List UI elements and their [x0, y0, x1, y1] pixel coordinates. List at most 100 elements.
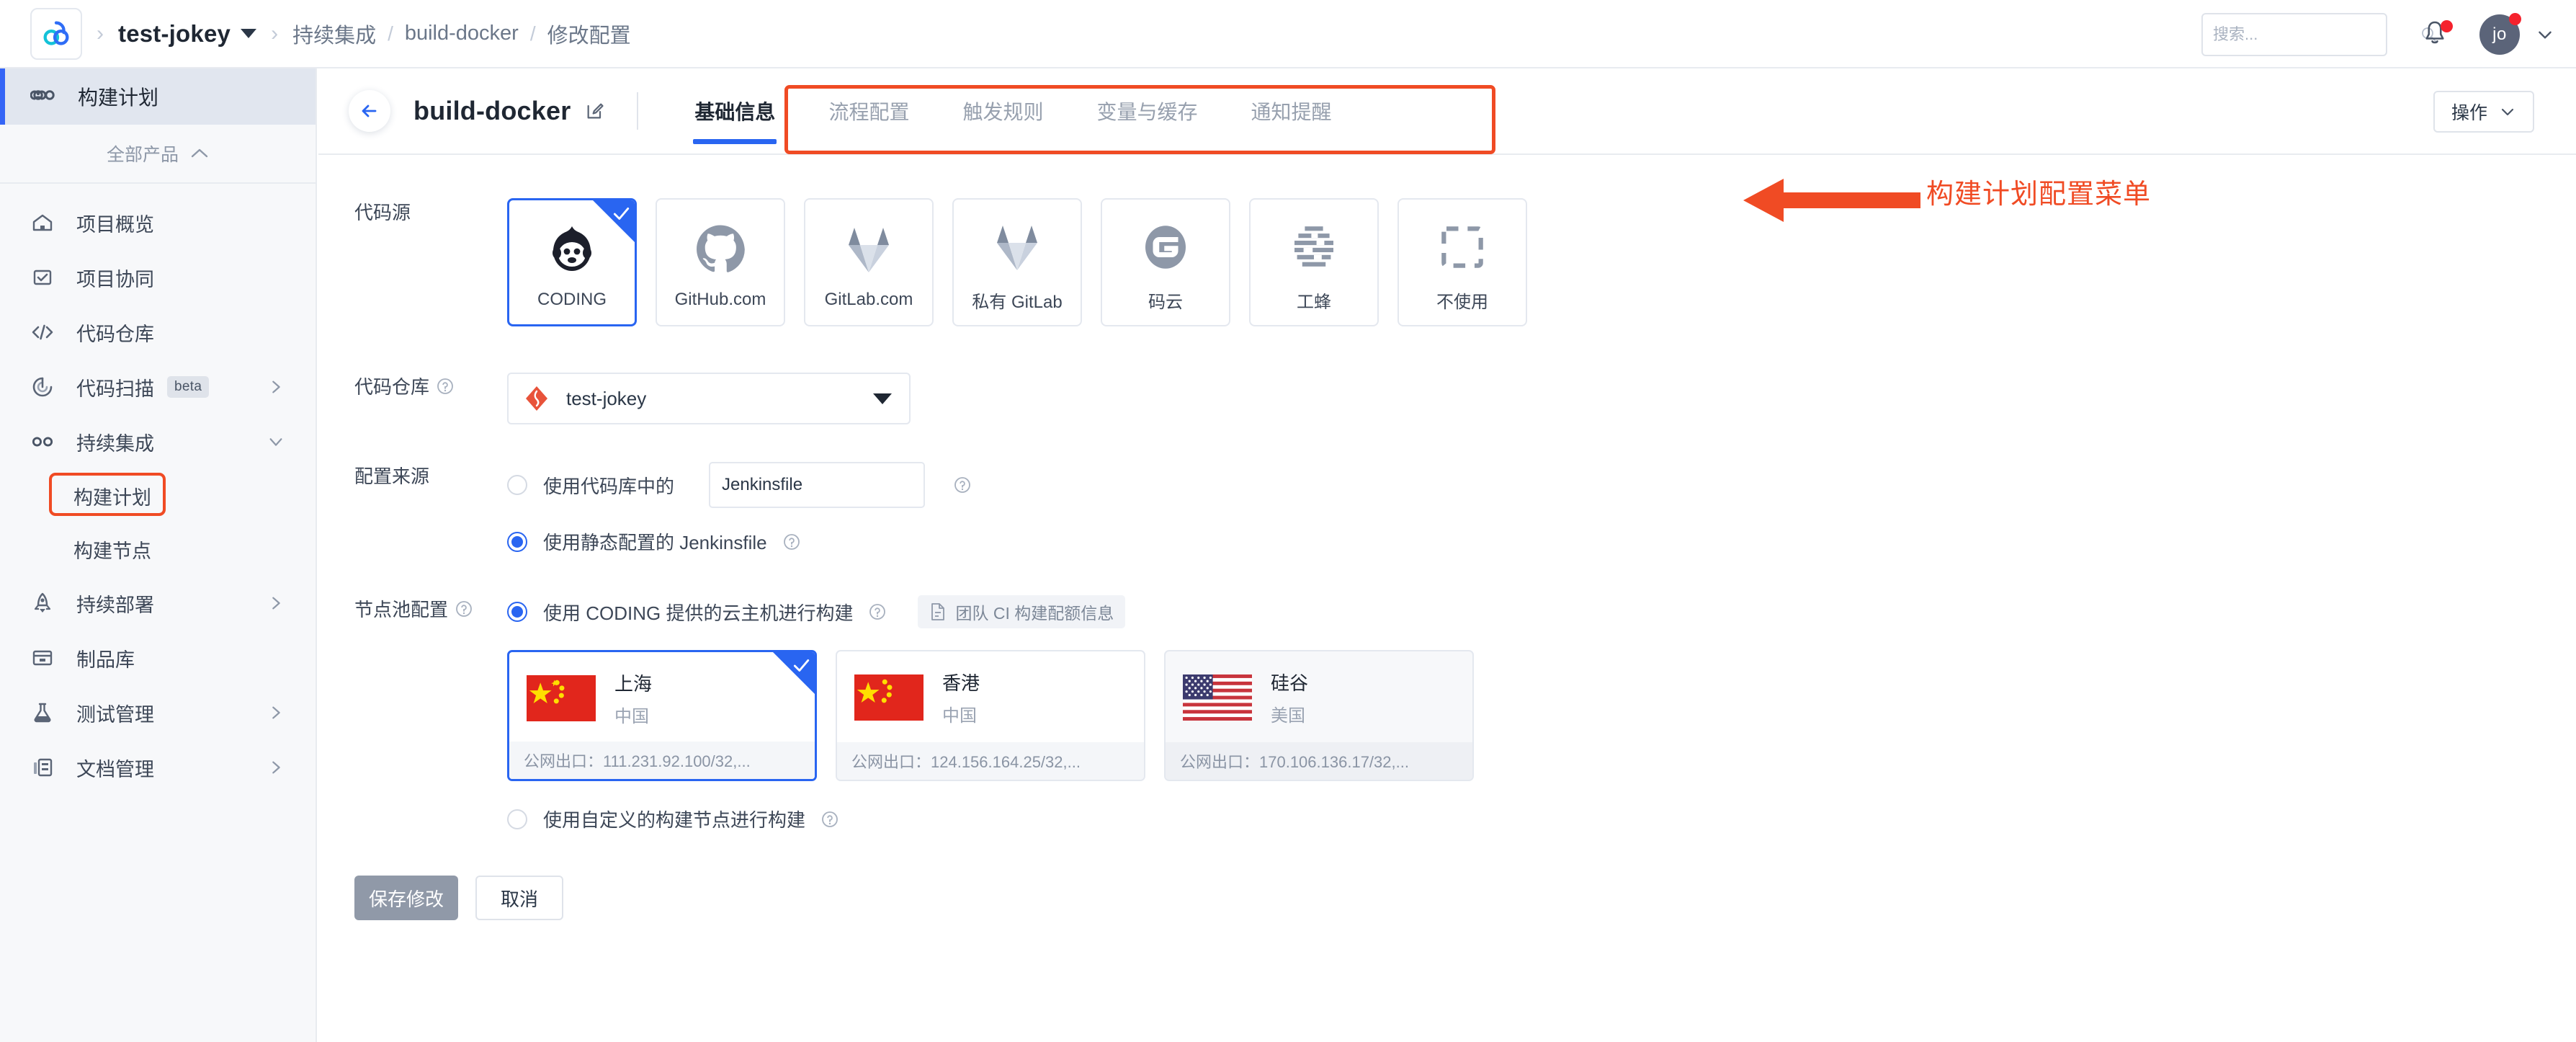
- source-card-gongfeng[interactable]: 工蜂: [1249, 198, 1379, 326]
- sidebar-item-project-overview[interactable]: 项目概览: [0, 195, 316, 250]
- chevron-right-icon[interactable]: [268, 705, 284, 721]
- tab-notifications[interactable]: 通知提醒: [1238, 68, 1344, 154]
- sidebar-item-project-collab[interactable]: 项目协同: [0, 250, 316, 305]
- actions-button[interactable]: 操作: [2433, 91, 2534, 133]
- ci-quota-link[interactable]: 团队 CI 构建配额信息: [918, 595, 1126, 628]
- header-divider: [637, 92, 639, 130]
- save-button[interactable]: 保存修改: [354, 876, 458, 920]
- chevron-down-icon: [873, 393, 892, 404]
- config-option-repo[interactable]: 使用代码库中的: [507, 462, 971, 508]
- help-icon[interactable]: [821, 811, 838, 828]
- config-source-label-text: 配置来源: [354, 466, 430, 487]
- tab-label: 通知提醒: [1251, 101, 1332, 123]
- node-card-top: 硅谷 美国: [1166, 651, 1472, 726]
- sidebar-item-continuous-deploy[interactable]: 持续部署: [0, 576, 316, 631]
- breadcrumb-item-1[interactable]: build-docker: [405, 22, 519, 45]
- git-repo-icon: [526, 386, 547, 411]
- back-button[interactable]: [349, 90, 390, 132]
- repository-select[interactable]: test-jokey: [507, 373, 911, 424]
- chevron-down-icon: [2501, 108, 2514, 116]
- sidebar-item-label: 项目协同: [76, 268, 154, 290]
- breadcrumb-item-0[interactable]: 持续集成: [292, 19, 376, 49]
- chevron-right-icon[interactable]: [268, 379, 284, 395]
- help-icon[interactable]: [954, 476, 971, 494]
- node-pool-label-text: 节点池配置: [354, 599, 449, 620]
- source-card-label: 工蜂: [1297, 292, 1331, 312]
- project-name[interactable]: test-jokey: [118, 20, 231, 48]
- home-icon: [30, 210, 55, 235]
- sidebar-subitem-build-plan[interactable]: 构建计划: [0, 469, 316, 522]
- tab-basic-info[interactable]: 基础信息: [681, 68, 788, 154]
- repository-label: 代码仓库: [318, 373, 507, 399]
- sidebar-item-code-scan[interactable]: 代码扫描 beta: [0, 360, 316, 414]
- help-icon[interactable]: [455, 600, 473, 618]
- flag-cn-icon: [854, 674, 923, 721]
- tab-label: 变量与缓存: [1096, 101, 1198, 123]
- help-icon[interactable]: [437, 378, 454, 395]
- node-pool-cloud-option[interactable]: 使用 CODING 提供的云主机进行构建 团队 CI 构建配额信息: [507, 595, 1126, 628]
- edit-icon[interactable]: [585, 101, 605, 121]
- breadcrumb-slash-1: /: [388, 22, 393, 45]
- radio-use-repo-jenkinsfile[interactable]: [507, 475, 527, 495]
- sidebar-item-continuous-integration[interactable]: 持续集成: [0, 414, 316, 469]
- node-country: 美国: [1271, 706, 1305, 726]
- sidebar-item-doc-management[interactable]: 文档管理: [0, 740, 316, 795]
- node-country: 中国: [942, 706, 977, 726]
- radio-use-static-jenkinsfile[interactable]: [507, 531, 527, 552]
- chevron-down-icon[interactable]: [241, 29, 257, 38]
- tab-process-config[interactable]: 流程配置: [815, 68, 922, 154]
- radio-use-custom-node[interactable]: [507, 809, 527, 829]
- user-menu-chevron-down-icon[interactable]: [2536, 25, 2554, 44]
- sidebar-item-label: 制品库: [76, 649, 135, 671]
- tab-trigger-rules[interactable]: 触发规则: [949, 68, 1056, 154]
- github-icon: [695, 215, 746, 284]
- source-card-coding[interactable]: CODING: [507, 198, 637, 326]
- page-title: build-docker: [413, 96, 571, 125]
- node-card-shanghai[interactable]: 上海 中国 公网出口：111.231.92.100/32,...: [507, 650, 817, 781]
- source-card-gitlab[interactable]: GitLab.com: [804, 198, 934, 326]
- sidebar-item-label: 代码扫描: [76, 378, 154, 400]
- check-icon: [613, 208, 630, 220]
- chevron-right-icon[interactable]: [268, 760, 284, 775]
- chevron-right-icon[interactable]: [268, 595, 284, 611]
- code-icon: [30, 320, 55, 344]
- chevron-down-icon[interactable]: [268, 434, 284, 450]
- repository-selected-value: test-jokey: [566, 387, 647, 409]
- sidebar: 构建计划 全部产品 项目概览 项目协同 代码仓库 代码扫描 beta 持续集成 …: [0, 68, 317, 1042]
- node-pool-custom-option[interactable]: 使用自定义的构建节点进行构建: [507, 806, 2576, 832]
- sidebar-subitem-label: 构建计划: [73, 486, 151, 509]
- main-content: build-docker 基础信息 流程配置 触发规则 变量与缓存 通知提醒 构…: [318, 68, 2576, 1042]
- help-icon[interactable]: [869, 603, 886, 620]
- all-products-toggle[interactable]: 全部产品: [0, 125, 316, 184]
- source-card-none[interactable]: 不使用: [1397, 198, 1527, 326]
- source-card-label: GitHub.com: [674, 290, 766, 309]
- node-card-siliconvalley[interactable]: 硅谷 美国 公网出口：170.106.136.17/32,...: [1164, 650, 1474, 781]
- tab-variables-cache[interactable]: 变量与缓存: [1083, 68, 1210, 154]
- sidebar-item-code-repo[interactable]: 代码仓库: [0, 305, 316, 360]
- sidebar-subitem-build-node[interactable]: 构建节点: [0, 522, 316, 576]
- repository-row: 代码仓库 test-jokey: [318, 373, 2576, 424]
- help-icon[interactable]: [783, 533, 800, 551]
- source-card-github[interactable]: GitHub.com: [656, 198, 785, 326]
- config-option-repo-label: 使用代码库中的: [543, 475, 675, 497]
- node-pool-row: 节点池配置 使用 CODING 提供的云主机进行构建 团队 CI 构建配额信息: [318, 595, 2576, 628]
- topbar-right-group: jo: [2201, 0, 2554, 68]
- sidebar-item-test-management[interactable]: 测试管理: [0, 685, 316, 740]
- search-input[interactable]: [2213, 25, 2420, 44]
- source-card-gitee[interactable]: 码云: [1101, 198, 1230, 326]
- config-option-static-label: 使用静态配置的 Jenkinsfile: [543, 532, 767, 553]
- radio-use-coding-cloud[interactable]: [507, 602, 527, 622]
- source-card-private-gitlab[interactable]: 私有 GitLab: [952, 198, 1082, 326]
- scan-icon: [30, 375, 55, 399]
- node-card-hongkong[interactable]: 香港 中国 公网出口：124.156.164.25/32,...: [836, 650, 1145, 781]
- user-menu[interactable]: jo: [2479, 12, 2521, 55]
- gitlab-icon: [991, 213, 1043, 282]
- jenkinsfile-path-input[interactable]: [709, 462, 926, 508]
- cancel-button[interactable]: 取消: [475, 876, 563, 920]
- search-box[interactable]: [2201, 12, 2436, 56]
- sidebar-active-header[interactable]: 构建计划: [0, 68, 316, 125]
- config-option-static[interactable]: 使用静态配置的 Jenkinsfile: [507, 528, 971, 555]
- coding-cloud-logo-icon[interactable]: [30, 7, 82, 60]
- sidebar-item-artifact-repo[interactable]: 制品库: [0, 631, 316, 685]
- notifications-button[interactable]: [2422, 19, 2453, 50]
